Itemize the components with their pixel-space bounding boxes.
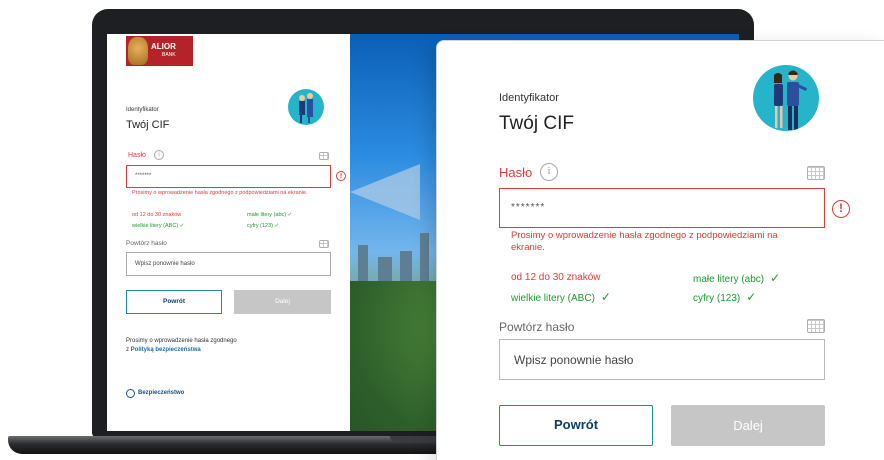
back-button[interactable]: Powrót [499,405,653,446]
decorative-triangle [350,164,420,220]
keyboard-icon-2[interactable] [807,319,825,333]
password-error-small: Prosimy o wprowadzenie hasła zgodnego z … [132,190,308,196]
building [378,257,392,281]
rule-uppercase: wielkie litery (ABC) ✓ [511,290,611,304]
info-icon-small[interactable]: i [154,150,164,160]
rule-digits-small: cyfry (123) ✓ [247,223,280,229]
rule-lowercase-small: małe litery (abc) ✓ [247,212,293,218]
rule-length-small: od 12 do 30 znaków [132,212,182,218]
identifier-label-small: Identyfikator [126,107,159,113]
security-link-small[interactable]: Bezpieczeństwo [138,390,184,396]
next-button[interactable]: Dalej [671,405,825,446]
back-button-small[interactable]: Powrót [126,290,222,314]
building [400,251,412,281]
identifier-label: Identyfikator [499,92,559,104]
rule-digits: cyfry (123) ✓ [693,290,757,304]
zoomed-login-card: Identyfikator Twój CIF Hasło i ******* !… [436,40,884,460]
people-illustration-small [288,89,324,125]
alior-bank-logo: ALIOR BANK [126,36,193,66]
rule-uppercase-small: wielkie litery (ABC) ✓ [132,223,185,229]
next-button-small[interactable]: Dalej [234,290,331,314]
rule-lowercase: małe litery (abc) ✓ [693,271,781,285]
identifier-value: Twój CIF [499,113,574,134]
logo-subtext: BANK [162,52,176,58]
error-icon-small: ! [336,171,346,181]
rule-length: od 12 do 30 znaków [511,272,601,283]
keyboard-icon-small-2[interactable] [319,240,329,248]
password-error-message: Prosimy o wprowadzenie hasła zgodnego z … [511,230,778,253]
repeat-password-field[interactable] [499,339,825,380]
people-illustration [753,65,819,131]
shield-icon-small [126,389,135,398]
keyboard-icon-small[interactable] [319,152,329,160]
repeat-password-label: Powtórz hasło [499,320,575,334]
lion-icon [128,37,148,65]
password-label-small: Hasło [128,152,146,159]
repeat-password-input[interactable] [512,352,806,368]
check-icon: ✓ [600,290,611,304]
repeat-input-small[interactable]: Wpisz ponownie hasło [126,252,331,276]
login-panel-small: ALIOR BANK Identyfikator Twój CIF Hasło … [107,34,350,431]
building [420,233,429,281]
error-icon: ! [832,200,850,218]
logo-text: ALIOR [151,42,176,51]
check-icon: ✓ [770,271,781,285]
password-input[interactable]: ******* [499,188,825,228]
info-icon[interactable]: i [540,163,558,181]
footer-note-small: Prosimy o wprowadzenie hasła zgodnego [126,338,237,344]
password-label: Hasło [499,165,533,180]
password-masked-value: ******* [511,202,546,213]
keyboard-icon[interactable] [807,166,825,180]
repeat-label-small: Powtórz hasło [126,240,167,247]
check-icon: ✓ [746,290,757,304]
policy-link-small[interactable]: z Polityką bezpieczeństwa [126,347,201,353]
building [358,245,368,281]
password-input-small[interactable]: ******* [126,165,331,188]
identifier-value-small: Twój CIF [126,119,170,131]
